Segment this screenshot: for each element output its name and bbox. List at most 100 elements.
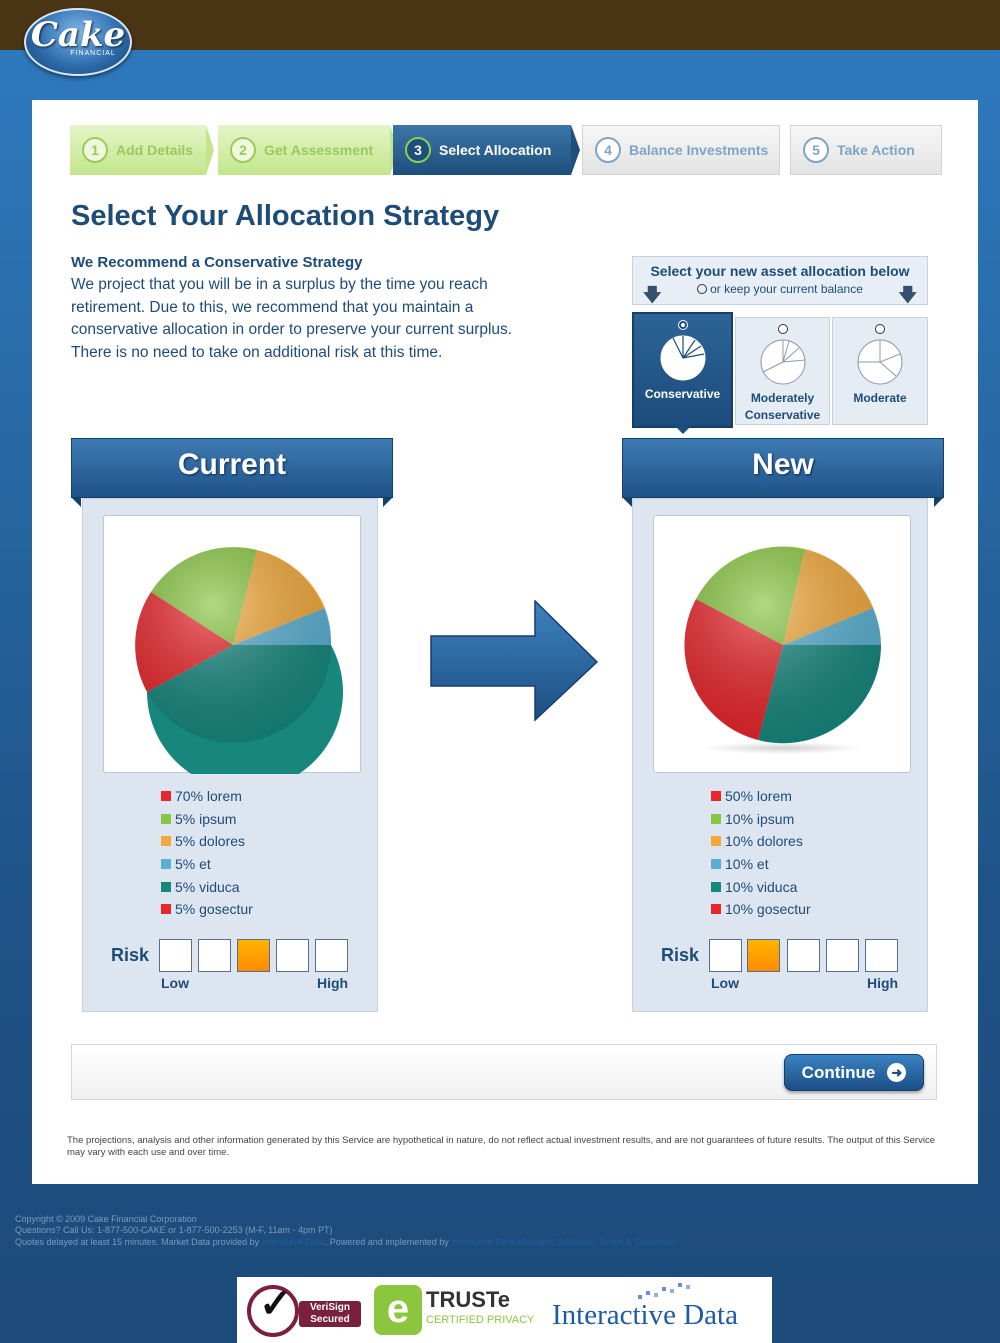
- step-select-allocation[interactable]: 3 Select Allocation: [393, 125, 571, 175]
- questions-text: Questions? Call Us: 1-877-500-CAKE or 1-…: [15, 1225, 333, 1236]
- step-add-details[interactable]: 1 Add Details: [70, 125, 206, 175]
- new-pie-chart: [684, 546, 882, 754]
- option-pointer: [675, 426, 691, 434]
- legend-swatch: [161, 791, 171, 802]
- top-bar: [0, 0, 1000, 50]
- allocation-selector-header: Select your new asset allocation below o…: [632, 256, 928, 305]
- step-label: Balance Investments: [629, 142, 769, 158]
- copyright-text: Copyright © 2009 Cake Financial Corporat…: [15, 1214, 197, 1224]
- current-legend: 70% lorem 5% ipsum 5% dolores 5% et 5% v…: [161, 785, 253, 921]
- legend-label: 10% viduca: [725, 878, 798, 895]
- option-moderately-conservative[interactable]: Moderately Conservative: [735, 317, 830, 425]
- step-label: Take Action: [837, 142, 915, 158]
- legend-swatch: [161, 904, 171, 915]
- new-legend: 50% lorem 10% ipsum 10% dolores 10% et 1…: [711, 785, 811, 921]
- risk-box: [826, 939, 859, 972]
- legend-label: 10% et: [725, 856, 769, 873]
- truste-badge[interactable]: e TRUSTe CERTIFIED PRIVACY: [374, 1285, 544, 1335]
- arrow-right-icon: [430, 600, 599, 722]
- truste-name: TRUSTe: [426, 1287, 510, 1312]
- legend-item: 5% viduca: [161, 875, 253, 898]
- risk-box: [787, 939, 820, 972]
- step-number: 3: [405, 137, 431, 163]
- quotes-text: Quotes delayed at least 15 minutes. Mark…: [15, 1236, 260, 1247]
- step-number: 4: [595, 137, 621, 163]
- new-panel: 50% lorem 10% ipsum 10% dolores 10% et 1…: [632, 498, 928, 1012]
- truste-e-icon: e: [374, 1285, 422, 1335]
- new-header: New: [622, 438, 944, 507]
- legend-label: 5% dolores: [175, 833, 246, 850]
- legend-swatch: [161, 836, 171, 847]
- interactive-data-logo[interactable]: Interactive Data: [552, 1283, 738, 1332]
- option-radio[interactable]: [677, 320, 688, 330]
- trust-badges: ✓ VeriSign Secured e TRUSTe CERTIFIED PR…: [237, 1277, 772, 1343]
- current-pie-chart: [135, 547, 343, 790]
- verisign-label: VeriSign Secured: [299, 1301, 361, 1327]
- legend-swatch: [711, 859, 721, 870]
- step-get-assessment[interactable]: 2 Get Assessment: [218, 125, 390, 175]
- legend-item: 10% et: [711, 853, 811, 876]
- risk-box-active: [237, 939, 270, 972]
- risk-high-label: High: [317, 975, 349, 991]
- recommendation-body: We project that you will be in a surplus…: [71, 276, 513, 361]
- legend-swatch: [711, 881, 721, 892]
- legend-item: 10% viduca: [711, 875, 811, 898]
- step-chevron: [571, 125, 580, 175]
- interactive-data-text: Interactive Data: [552, 1299, 738, 1331]
- current-header: Current: [71, 438, 393, 507]
- continue-button[interactable]: Continue ➜: [784, 1054, 924, 1091]
- risk-box: [709, 939, 742, 972]
- legend-item: 50% lorem: [711, 785, 811, 808]
- legend-item: 5% et: [161, 853, 253, 876]
- legend-swatch: [711, 813, 721, 824]
- risk-high-label: High: [867, 975, 899, 991]
- cake-logo[interactable]: Cake FINANCIAL: [24, 8, 132, 76]
- option-moderate[interactable]: Moderate: [832, 317, 928, 425]
- step-balance-investments[interactable]: 4 Balance Investments: [582, 125, 780, 175]
- disclaimer-text: The projections, analysis and other info…: [67, 1135, 935, 1158]
- terms-link[interactable]: Terms & Conditions: [599, 1237, 677, 1247]
- dots-graphic-icon: [638, 1283, 690, 1299]
- step-number: 5: [803, 137, 829, 163]
- keep-current-radio[interactable]: [697, 284, 708, 294]
- step-label: Select Allocation: [439, 142, 552, 158]
- legend-item: 5% dolores: [161, 830, 253, 853]
- continue-label: Continue: [801, 1062, 876, 1082]
- risk-box-active: [747, 939, 780, 972]
- arrow-down-icon: 🡇: [898, 285, 917, 305]
- pie-moderate-icon: [857, 339, 903, 385]
- legend-label: 5% et: [175, 856, 211, 873]
- risk-label: Risk: [111, 945, 150, 965]
- interactive-data-link[interactable]: Interactive Data: [262, 1237, 325, 1247]
- legend-item: 5% gosectur: [161, 898, 253, 921]
- option-label: Moderate: [853, 391, 907, 405]
- step-take-action[interactable]: 5 Take Action: [790, 125, 942, 175]
- risk-low-label: Low: [161, 975, 189, 991]
- option-label: Conservative: [644, 387, 721, 401]
- legend-label: 70% lorem: [175, 788, 242, 805]
- legend-item: 10% dolores: [711, 830, 811, 853]
- selector-heading: Select your new asset allocation below: [650, 263, 910, 279]
- legend-swatch: [711, 904, 721, 915]
- managed-solutions-link[interactable]: Interactive Data Managed Solutions.: [451, 1237, 596, 1247]
- progress-steps: 1 Add Details 2 Get Assessment 3 Select …: [70, 125, 942, 175]
- risk-box: [865, 939, 898, 972]
- pie-conservative-icon: [660, 335, 705, 381]
- legend-label: 5% ipsum: [175, 810, 237, 827]
- legend-swatch: [161, 813, 171, 824]
- option-radio[interactable]: [777, 324, 788, 334]
- page-title: Select Your Allocation Strategy: [71, 200, 500, 232]
- risk-low-label: Low: [711, 975, 739, 991]
- arrow-down-icon: 🡇: [643, 285, 662, 305]
- legend-label: 10% ipsum: [725, 810, 795, 827]
- legend-label: 10% gosectur: [725, 901, 811, 918]
- risk-box: [198, 939, 231, 972]
- option-conservative[interactable]: Conservative: [632, 312, 733, 428]
- main-panel: 1 Add Details 2 Get Assessment 3 Select …: [32, 100, 978, 1184]
- risk-box: [159, 939, 192, 972]
- option-label: Moderately Conservative: [744, 391, 821, 422]
- keep-current-option[interactable]: or keep your current balance: [633, 282, 927, 296]
- legend-label: 5% viduca: [175, 878, 240, 895]
- option-radio[interactable]: [875, 324, 885, 334]
- verisign-badge[interactable]: ✓ VeriSign Secured: [247, 1282, 367, 1339]
